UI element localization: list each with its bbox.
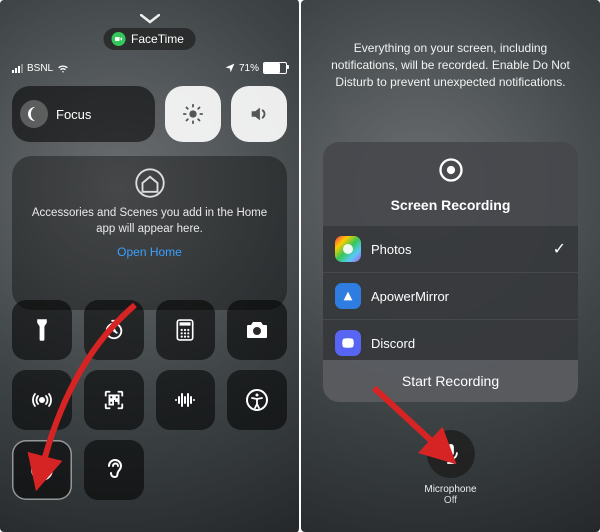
microphone-icon: [440, 442, 460, 466]
timer-icon: [103, 319, 125, 341]
screen-recording-panel: Everything on your screen, including not…: [301, 0, 600, 532]
option-discord[interactable]: Discord: [323, 319, 578, 360]
qr-icon: [103, 389, 125, 411]
recording-sheet: Screen Recording Photos ✓ ApowerMirror: [323, 142, 578, 402]
timer-button[interactable]: [84, 300, 144, 360]
sheet-header: Screen Recording: [323, 142, 578, 225]
discord-app-icon: [335, 330, 361, 356]
qr-scanner-button[interactable]: [84, 370, 144, 430]
start-recording-button[interactable]: Start Recording: [323, 360, 578, 402]
control-center-panel: FaceTime BSNL 71%: [0, 0, 301, 532]
checkmark-icon: ✓: [553, 239, 566, 259]
screen-record-button[interactable]: [12, 440, 72, 500]
sheet-title: Screen Recording: [333, 197, 568, 213]
camera-button[interactable]: [227, 300, 287, 360]
microphone-label: Microphone: [424, 484, 476, 495]
option-apowermirror[interactable]: ApowerMirror: [323, 272, 578, 319]
home-icon: [135, 168, 165, 198]
speaker-icon: [248, 103, 270, 125]
apowermirror-app-icon: [335, 283, 361, 309]
airdrop-icon: [30, 388, 54, 412]
microphone-toggle[interactable]: [426, 430, 474, 478]
status-bar: BSNL 71%: [0, 60, 299, 76]
accessibility-button[interactable]: [227, 370, 287, 430]
brightness-tile[interactable]: [165, 86, 221, 142]
open-home-link[interactable]: Open Home: [117, 245, 182, 259]
flashlight-icon: [32, 318, 52, 342]
carrier-label: BSNL: [27, 63, 53, 74]
record-icon: [437, 156, 465, 184]
calculator-button[interactable]: [156, 300, 216, 360]
focus-tile[interactable]: Focus: [12, 86, 155, 142]
moon-icon: [20, 100, 48, 128]
microphone-section: Microphone Off: [424, 430, 476, 506]
calculator-icon: [176, 319, 194, 341]
battery-icon: [263, 62, 287, 74]
recording-hint-text: Everything on your screen, including not…: [325, 40, 576, 90]
microphone-state: Off: [424, 495, 476, 506]
option-label: ApowerMirror: [371, 289, 566, 304]
camera-icon: [245, 320, 269, 340]
photos-app-icon: [335, 236, 361, 262]
chevron-down-icon[interactable]: [140, 8, 160, 29]
home-text: Accessories and Scenes you add in the Ho…: [24, 206, 275, 237]
start-recording-label: Start Recording: [402, 373, 499, 389]
cellular-signal-icon: [12, 64, 23, 73]
record-icon: [29, 457, 55, 483]
focus-label: Focus: [56, 107, 91, 122]
wifi-icon: [57, 62, 69, 74]
location-icon: [225, 63, 235, 73]
battery-percent: 71%: [239, 63, 259, 74]
facetime-label: FaceTime: [131, 32, 184, 46]
ear-icon: [103, 457, 125, 483]
option-label: Discord: [371, 336, 566, 351]
facetime-icon: [111, 32, 125, 46]
accessibility-icon: [245, 388, 269, 412]
soundwave-icon: [173, 389, 197, 411]
option-label: Photos: [371, 242, 543, 257]
hearing-button[interactable]: [84, 440, 144, 500]
facetime-indicator[interactable]: FaceTime: [103, 28, 196, 50]
flashlight-button[interactable]: [12, 300, 72, 360]
option-photos[interactable]: Photos ✓: [323, 225, 578, 272]
sound-recognition-button[interactable]: [156, 370, 216, 430]
volume-tile[interactable]: [231, 86, 287, 142]
sun-icon: [182, 103, 204, 125]
airdrop-button[interactable]: [12, 370, 72, 430]
home-card: Accessories and Scenes you add in the Ho…: [12, 156, 287, 310]
